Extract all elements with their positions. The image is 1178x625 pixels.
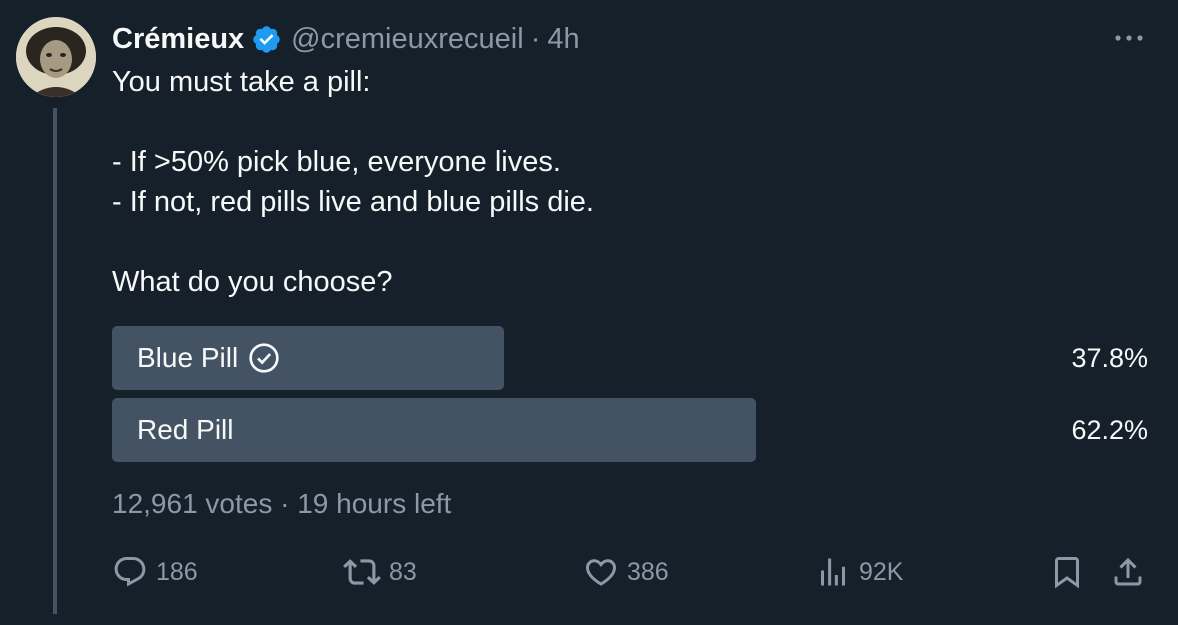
like-button[interactable]: 386: [583, 553, 669, 591]
repost-icon: [343, 559, 381, 585]
tweet-timestamp[interactable]: 4h: [547, 23, 579, 56]
author-avatar[interactable]: [16, 17, 96, 97]
reply-button[interactable]: 186: [112, 553, 198, 591]
author-handle[interactable]: @cremieuxrecueil: [291, 23, 524, 56]
bookmark-icon: [1055, 557, 1079, 589]
poll-option-label-row: Red Pill: [137, 398, 233, 462]
reply-icon: [114, 557, 146, 587]
poll-option-label: Blue Pill: [137, 342, 239, 373]
tweet-header: Crémieux @cremieuxrecueil · 4h: [112, 21, 580, 57]
views-chart-icon: [821, 558, 845, 586]
author-name[interactable]: Crémieux: [112, 23, 244, 56]
like-count: 386: [627, 557, 669, 586]
tweet-text-line: - If not, red pills live and blue pills …: [112, 186, 594, 218]
thread-connector-line: [53, 108, 57, 614]
poll-option-percent: 37.8%: [1071, 342, 1148, 373]
share-button[interactable]: [1110, 553, 1146, 591]
tweet-text-line: You must take a pill:: [112, 66, 371, 98]
poll-option-blue-pill: Blue Pill 37.8%: [112, 326, 1148, 390]
poll-option-percent: 62.2%: [1071, 414, 1148, 445]
poll-meta-separator: ·: [280, 488, 290, 519]
share-icon: [1114, 557, 1142, 586]
header-separator: ·: [530, 22, 541, 55]
poll-option-red-pill: Red Pill 62.2%: [112, 398, 1148, 462]
views-count: 92K: [859, 557, 904, 586]
poll-vote-count: 12,961 votes: [112, 488, 273, 519]
reply-count: 186: [156, 557, 198, 586]
tweet-text: You must take a pill: - If >50% pick blu…: [112, 62, 1142, 302]
verified-badge-icon: [251, 24, 282, 55]
tweet-text-line: What do you choose?: [112, 266, 393, 298]
poll-option-label: Red Pill: [137, 414, 234, 445]
views-button[interactable]: 92K: [815, 553, 903, 591]
more-horizontal-icon[interactable]: [1111, 30, 1147, 46]
bookmark-button[interactable]: [1049, 553, 1085, 591]
poll-option-label-row: Blue Pill: [137, 326, 280, 390]
repost-button[interactable]: 83: [343, 553, 417, 591]
tweet-text-line: - If >50% pick blue, everyone lives.: [112, 146, 561, 178]
repost-count: 83: [389, 557, 417, 586]
poll-meta: 12,961 votes · 19 hours left: [112, 488, 451, 520]
heart-icon: [585, 559, 617, 586]
poll-time-left: 19 hours left: [297, 488, 452, 519]
check-circle-icon: [249, 343, 279, 373]
